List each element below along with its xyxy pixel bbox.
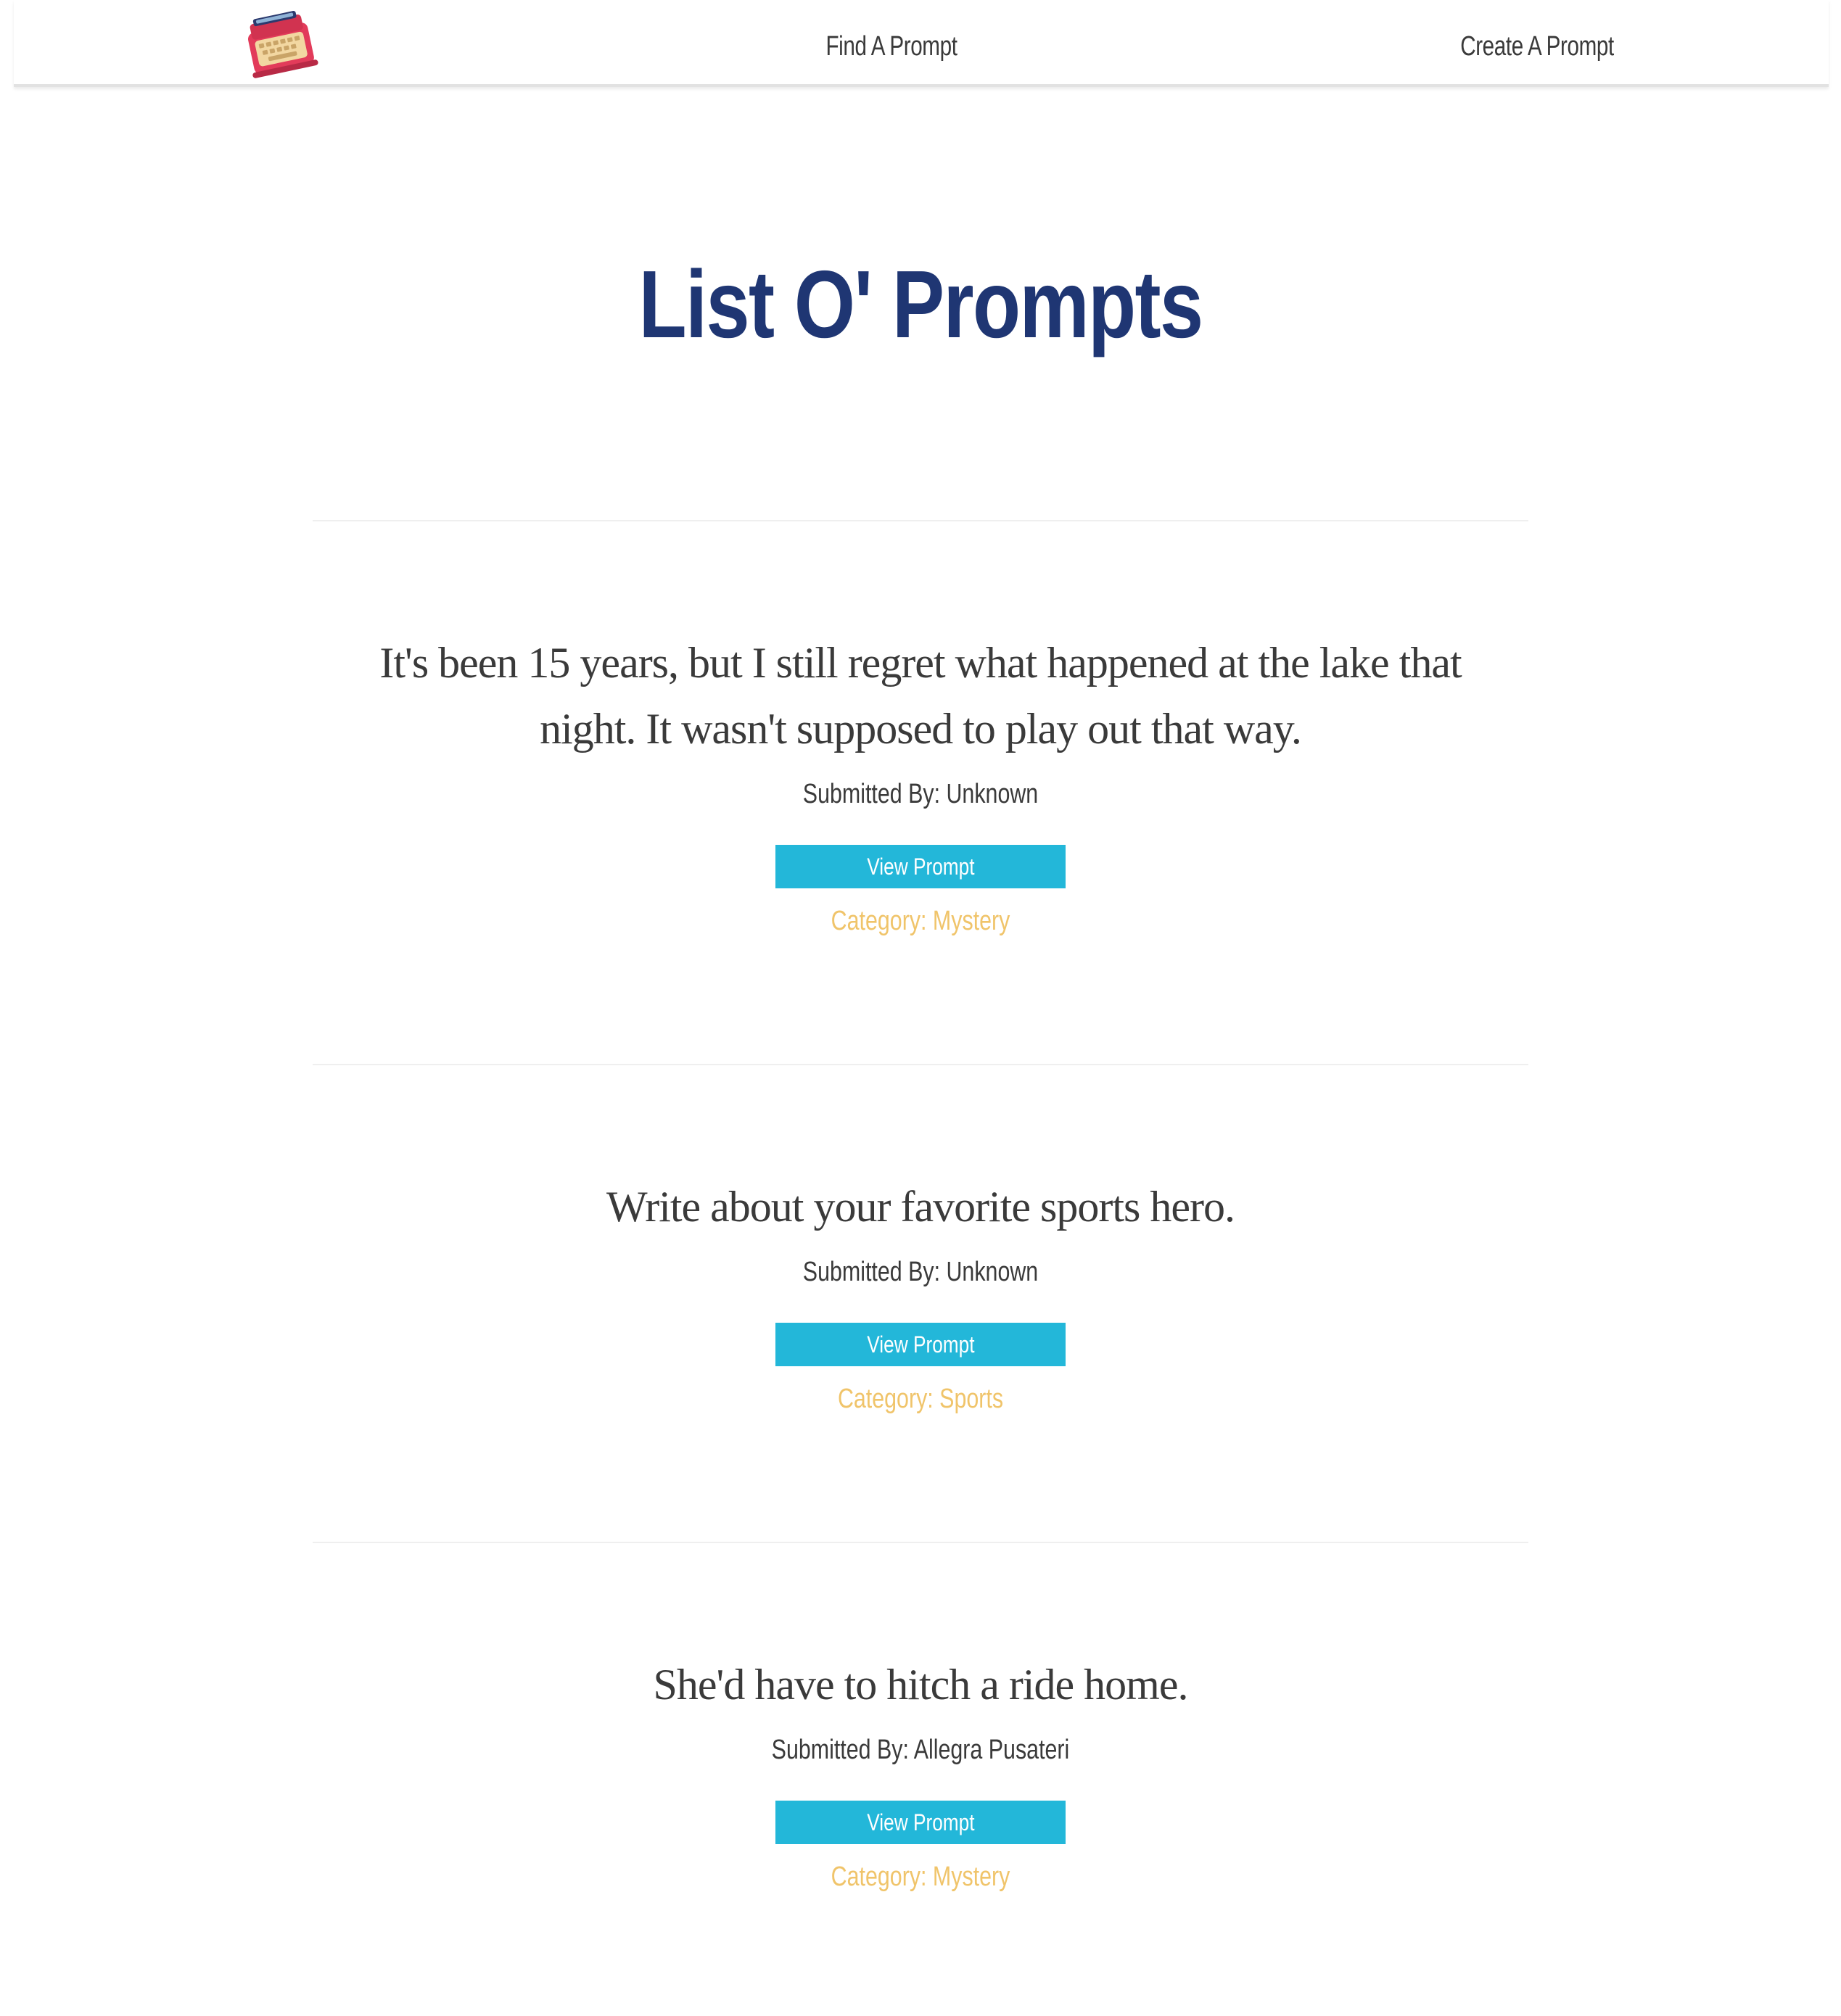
divider	[313, 520, 1528, 521]
submitted-by: Submitted By: Allegra Pusateri	[771, 1735, 1070, 1765]
category-label: Category: Mystery	[831, 906, 1010, 936]
view-prompt-button[interactable]: View Prompt	[775, 845, 1066, 888]
prompt-card: It's been 15 years, but I still regret w…	[313, 630, 1528, 941]
view-prompt-button[interactable]: View Prompt	[775, 1323, 1066, 1366]
typewriter-logo-icon[interactable]	[239, 6, 319, 81]
divider	[313, 1542, 1528, 1543]
submitted-by: Submitted By: Unknown	[802, 1257, 1039, 1287]
prompt-text: She'd have to hitch a ride home.	[653, 1661, 1189, 1709]
view-prompt-label: View Prompt	[866, 1809, 975, 1835]
view-prompt-label: View Prompt	[866, 854, 975, 880]
navbar: Find A Prompt Create A Prompt	[14, 0, 1829, 87]
prompt-text: It's been 15 years, but I still regret w…	[379, 639, 1462, 753]
category-label: Category: Mystery	[831, 1862, 1010, 1892]
nav-create-a-prompt-link[interactable]: Create A Prompt	[1436, 26, 1639, 67]
page-title: List O' Prompts	[638, 251, 1204, 358]
nav-find-a-prompt-link[interactable]: Find A Prompt	[790, 26, 994, 67]
category-label: Category: Sports	[837, 1384, 1004, 1414]
prompt-text: Write about your favorite sports hero.	[606, 1183, 1235, 1231]
divider	[313, 1064, 1528, 1065]
view-prompt-label: View Prompt	[866, 1331, 975, 1358]
prompt-card: She'd have to hitch a ride home. Submitt…	[313, 1652, 1528, 1897]
prompt-card: Write about your favorite sports hero. S…	[313, 1174, 1528, 1419]
submitted-by: Submitted By: Unknown	[802, 779, 1039, 809]
view-prompt-button[interactable]: View Prompt	[775, 1801, 1066, 1844]
